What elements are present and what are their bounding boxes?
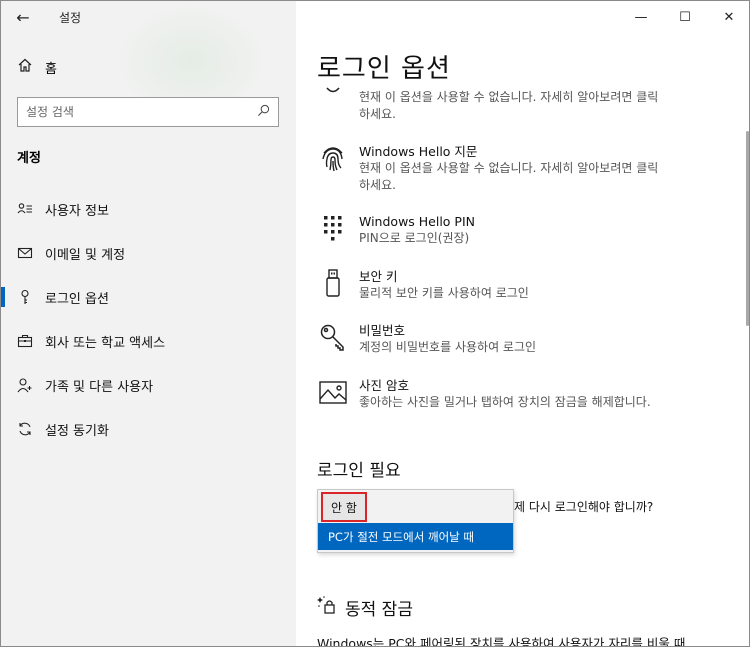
option-desc: PIN으로 로그인(권장) <box>359 231 470 245</box>
dropdown-option-never[interactable]: 안 함 <box>321 492 367 522</box>
option-desc: 현재 이 옵션을 사용할 수 없습니다. 자세히 알아보려면 클릭 <box>359 90 659 104</box>
face-icon <box>317 83 349 115</box>
window-controls: — ☐ ✕ <box>619 1 749 33</box>
minimize-icon: — <box>634 9 648 25</box>
option-security-key[interactable]: 보안 키 물리적 보안 키를 사용하여 로그인 <box>317 268 717 302</box>
sidebar-item-sync[interactable]: 설정 동기화 <box>1 407 296 451</box>
search-box[interactable] <box>17 97 279 127</box>
dynamic-lock-icon <box>317 595 337 620</box>
option-pin[interactable]: Windows Hello PIN PIN으로 로그인(권장) <box>317 213 717 247</box>
sidebar-item-user-info[interactable]: 사용자 정보 <box>1 187 296 231</box>
home-link[interactable]: 홈 <box>17 57 57 77</box>
pin-keypad-icon <box>317 213 349 245</box>
option-title: 보안 키 <box>359 269 398 284</box>
sidebar-item-signin-options[interactable]: 로그인 옵션 <box>1 275 296 319</box>
option-title: 사진 암호 <box>359 378 409 393</box>
app-title: 설정 <box>59 11 82 25</box>
option-title: Windows Hello PIN <box>359 214 476 229</box>
settings-window: ← 설정 홈 계정 사용자 정보 <box>0 0 750 647</box>
main-panel: — ☐ ✕ 로그인 옵션 현재 이 옵션을 사용할 수 없습니다. 자세히 알아… <box>296 1 749 647</box>
picture-icon <box>317 377 349 409</box>
close-button[interactable]: ✕ <box>707 1 749 33</box>
sidebar-item-label: 로그인 옵션 <box>45 291 109 307</box>
maximize-button[interactable]: ☐ <box>663 1 707 33</box>
require-signin-heading: 로그인 필요 <box>317 461 401 481</box>
option-password[interactable]: 비밀번호 계정의 비밀번호를 사용하여 로그인 <box>317 322 717 356</box>
dynamic-lock-heading: 동적 잠금 <box>317 595 413 620</box>
sidebar-item-label: 설정 동기화 <box>45 423 109 439</box>
email-icon <box>17 245 33 261</box>
option-face[interactable]: 현재 이 옵션을 사용할 수 없습니다. 자세히 알아보려면 클릭 하세요. <box>317 83 717 123</box>
sync-icon <box>17 421 33 437</box>
sidebar-item-work-school[interactable]: 회사 또는 학교 액세스 <box>1 319 296 363</box>
search-input[interactable] <box>26 105 257 119</box>
sidebar-nav: 사용자 정보 이메일 및 계정 로그인 옵션 회사 또는 학교 액세스 가족 및… <box>1 187 296 451</box>
option-title: 비밀번호 <box>359 323 406 338</box>
sidebar-item-family[interactable]: 가족 및 다른 사용자 <box>1 363 296 407</box>
sidebar-item-label: 가족 및 다른 사용자 <box>45 379 154 395</box>
sidebar: ← 설정 홈 계정 사용자 정보 <box>1 1 296 646</box>
dynamic-lock-label: 동적 잠금 <box>345 600 413 620</box>
back-button[interactable]: ← <box>11 5 35 29</box>
option-desc: 좋아하는 사진을 밀거나 탭하여 장치의 잠금을 해제합니다. <box>359 395 651 409</box>
option-title: Windows Hello 지문 <box>359 144 478 159</box>
dropdown-option-wake[interactable]: PC가 절전 모드에서 깨어날 때 <box>318 523 513 550</box>
option-desc-cont: 하세요. <box>359 178 396 192</box>
password-key-icon <box>317 322 349 354</box>
sidebar-item-label: 사용자 정보 <box>45 203 109 219</box>
maximize-icon: ☐ <box>679 9 691 25</box>
minimize-button[interactable]: — <box>619 1 663 33</box>
usb-key-icon <box>317 268 349 300</box>
sidebar-item-email[interactable]: 이메일 및 계정 <box>1 231 296 275</box>
fingerprint-icon <box>317 143 349 175</box>
close-icon: ✕ <box>723 9 735 25</box>
option-desc: 현재 이 옵션을 사용할 수 없습니다. 자세히 알아보려면 클릭 <box>359 161 659 175</box>
option-desc-cont: 하세요. <box>359 107 396 121</box>
section-title: 계정 <box>17 151 41 166</box>
scrollbar[interactable] <box>746 131 749 326</box>
user-info-icon <box>17 201 33 217</box>
sidebar-item-label: 이메일 및 계정 <box>45 247 126 263</box>
home-label: 홈 <box>45 61 57 77</box>
require-signin-dropdown[interactable]: 안 함 PC가 절전 모드에서 깨어날 때 <box>317 489 514 553</box>
sidebar-item-label: 회사 또는 학교 액세스 <box>45 335 166 351</box>
person-add-icon <box>17 377 33 393</box>
option-desc: 물리적 보안 키를 사용하여 로그인 <box>359 286 529 300</box>
page-title: 로그인 옵션 <box>317 54 451 84</box>
briefcase-icon <box>17 333 33 349</box>
dynamic-lock-description: Windows는 PC와 페어링된 장치를 사용하여 사용자가 자리를 비울 때 <box>317 636 686 647</box>
require-signin-question: 제 다시 로그인해야 합니까? <box>514 500 654 514</box>
option-fingerprint[interactable]: Windows Hello 지문 현재 이 옵션을 사용할 수 없습니다. 자세… <box>317 143 717 194</box>
search-icon[interactable] <box>257 104 270 120</box>
home-icon <box>17 57 33 77</box>
option-picture-password[interactable]: 사진 암호 좋아하는 사진을 밀거나 탭하여 장치의 잠금을 해제합니다. <box>317 377 717 411</box>
key-icon <box>17 289 33 305</box>
option-desc: 계정의 비밀번호를 사용하여 로그인 <box>359 340 537 354</box>
back-arrow-icon: ← <box>16 7 30 27</box>
